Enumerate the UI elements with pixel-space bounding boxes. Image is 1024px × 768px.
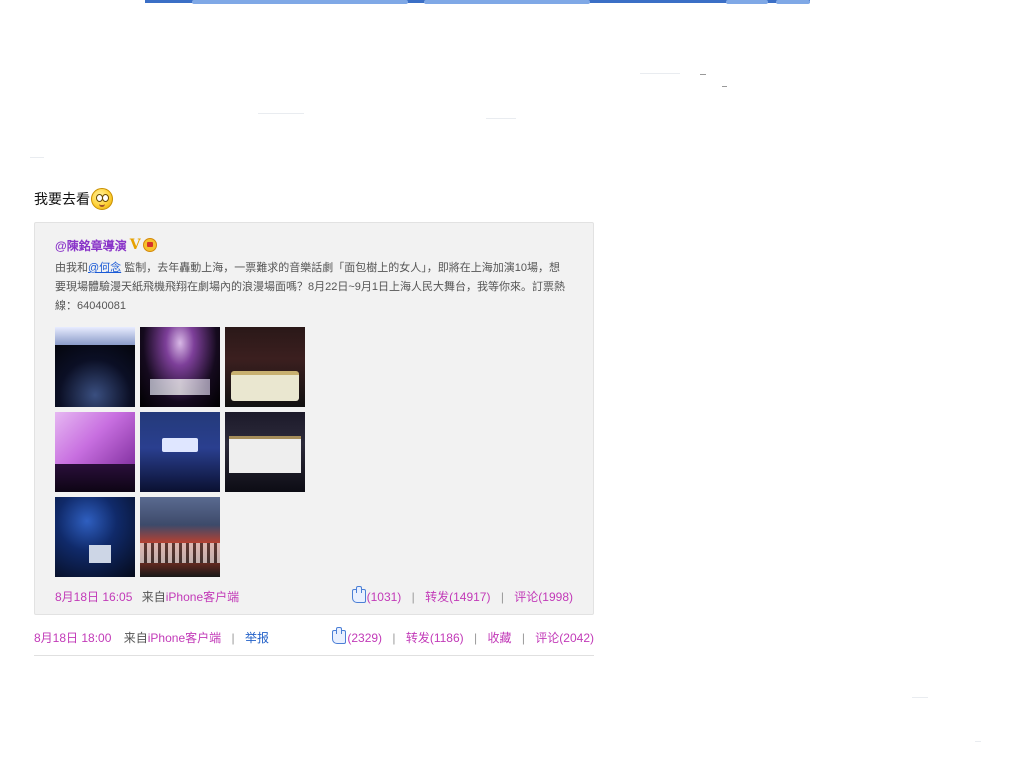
- separator: |: [500, 589, 504, 604]
- repost-author-row: @陳銘章導演 V: [55, 235, 573, 255]
- thumbs-up-icon: [332, 626, 347, 644]
- post-from-label: 来自: [123, 630, 148, 645]
- separator: |: [392, 630, 396, 645]
- report-link[interactable]: 举报: [245, 629, 269, 646]
- separator: |: [231, 630, 235, 645]
- thumbnail-image[interactable]: [140, 497, 220, 577]
- post-favorite-link[interactable]: 收藏: [487, 629, 511, 646]
- image-grid: [55, 327, 573, 577]
- thumbnail-image[interactable]: [225, 412, 305, 492]
- post-divider: [34, 655, 594, 656]
- post-text-label: 我要去看: [34, 191, 90, 207]
- post-text: 我要去看: [34, 186, 594, 212]
- post-like-button[interactable]: (2329): [332, 626, 383, 645]
- thumbs-up-icon: [351, 585, 366, 603]
- top-nav-tab[interactable]: [424, 0, 590, 4]
- repost-like-count: (1031): [366, 589, 402, 604]
- post-forward-link[interactable]: 转发(1186): [406, 629, 464, 646]
- post-comment-link[interactable]: 评论(2042): [535, 629, 594, 646]
- separator: |: [521, 630, 525, 645]
- thumbnail-image[interactable]: [225, 327, 305, 407]
- thumbnail-image[interactable]: [55, 327, 135, 407]
- top-nav-tab[interactable]: [726, 0, 768, 4]
- separator: |: [411, 589, 415, 604]
- thumbnail-image[interactable]: [55, 497, 135, 577]
- repost-actions: (1031) | 转发(14917) | 评论(1998): [351, 585, 573, 605]
- repost-from-label: 来自: [141, 589, 166, 604]
- content-prefix: 由我和: [55, 262, 88, 274]
- repost-author-link[interactable]: @陳銘章導演: [55, 237, 127, 254]
- mention-link[interactable]: @何念: [88, 262, 121, 274]
- repost-client-link[interactable]: iPhone客户端: [166, 588, 239, 605]
- repost-like-button[interactable]: (1031): [351, 585, 402, 604]
- repost-forward-link[interactable]: 转发(14917): [425, 588, 490, 605]
- post-client-link[interactable]: iPhone客户端: [148, 629, 221, 646]
- smiley-icon: [91, 188, 113, 210]
- repost-comment-link[interactable]: 评论(1998): [514, 588, 573, 605]
- thumbnail-image[interactable]: [140, 327, 220, 407]
- content-suffix: 監制，去年轟動上海，一票難求的音樂話劇「面包樹上的女人」，即將在上海加演10場，…: [55, 262, 566, 312]
- post-like-count: (2329): [347, 630, 383, 645]
- thumbnail-image[interactable]: [55, 412, 135, 492]
- repost-content: 由我和@何念 監制，去年轟動上海，一票難求的音樂話劇「面包樹上的女人」，即將在上…: [55, 259, 570, 316]
- post-time-link[interactable]: 8月18日 18:00: [34, 629, 111, 646]
- thumbnail-image[interactable]: [140, 412, 220, 492]
- separator: |: [474, 630, 478, 645]
- top-nav-tab[interactable]: [192, 0, 408, 4]
- post-meta: 8月18日 18:00 来自iPhone客户端 | 举报: [34, 629, 269, 646]
- weibo-post: 我要去看 @陳銘章導演 V 由我和@何念 監制，去年轟動上海，一票難求的音樂話劇…: [34, 186, 594, 656]
- repost-meta: 8月18日 16:05 来自iPhone客户端: [55, 588, 239, 605]
- repost-box: @陳銘章導演 V 由我和@何念 監制，去年轟動上海，一票難求的音樂話劇「面包樹上…: [34, 222, 594, 615]
- top-nav-tab[interactable]: [776, 0, 810, 4]
- verified-v-icon[interactable]: V: [130, 237, 141, 253]
- post-footer: 8月18日 18:00 来自iPhone客户端 | 举报 (2329) | 转发…: [34, 626, 594, 646]
- repost-time-link[interactable]: 8月18日 16:05: [55, 588, 132, 605]
- post-actions: (2329) | 转发(1186) | 收藏 | 评论(2042): [332, 626, 594, 646]
- repost-footer: 8月18日 16:05 来自iPhone客户端 (1031) | 转发(1491…: [55, 585, 573, 605]
- crown-icon[interactable]: [142, 238, 157, 252]
